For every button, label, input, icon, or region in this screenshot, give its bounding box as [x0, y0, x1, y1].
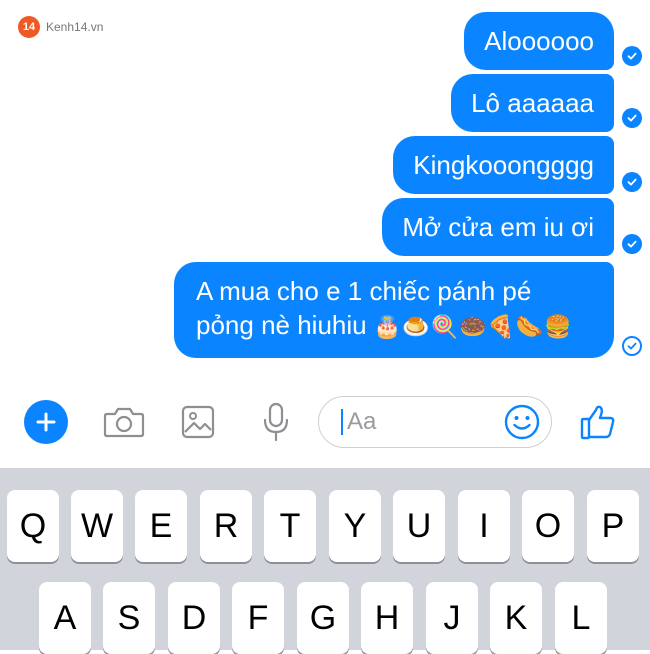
key-r[interactable]: R — [200, 490, 252, 562]
key-d[interactable]: D — [168, 582, 220, 654]
thumbs-up-icon[interactable] — [576, 400, 620, 444]
keyboard: Q W E R T Y U I O P A S D F G H J K L — [0, 468, 650, 654]
key-p[interactable]: P — [587, 490, 639, 562]
microphone-icon[interactable] — [254, 400, 298, 444]
text-cursor — [341, 409, 343, 435]
image-icon[interactable] — [176, 400, 220, 444]
key-h[interactable]: H — [361, 582, 413, 654]
key-w[interactable]: W — [71, 490, 123, 562]
message-bubble[interactable]: A mua cho e 1 chiếc pánh pé pỏng nè hiuh… — [174, 262, 614, 358]
camera-icon[interactable] — [102, 400, 146, 444]
message-bubble[interactable]: Mở cửa em iu ơi — [382, 198, 614, 256]
key-o[interactable]: O — [522, 490, 574, 562]
key-k[interactable]: K — [490, 582, 542, 654]
key-q[interactable]: Q — [7, 490, 59, 562]
key-s[interactable]: S — [103, 582, 155, 654]
key-e[interactable]: E — [135, 490, 187, 562]
key-l[interactable]: L — [555, 582, 607, 654]
key-u[interactable]: U — [393, 490, 445, 562]
key-a[interactable]: A — [39, 582, 91, 654]
seen-check-icon — [622, 234, 642, 254]
seen-check-icon — [622, 46, 642, 66]
key-f[interactable]: F — [232, 582, 284, 654]
key-g[interactable]: G — [297, 582, 349, 654]
message-input-placeholder: Aa — [347, 408, 377, 435]
emoji-icon[interactable] — [503, 403, 541, 441]
message-bubble[interactable]: Lô aaaaaa — [451, 74, 614, 132]
message-bubble[interactable]: Kingkooongggg — [393, 136, 614, 194]
seen-check-icon — [622, 108, 642, 128]
seen-check-icon — [622, 172, 642, 192]
composer-bar: Aa — [0, 392, 650, 456]
key-i[interactable]: I — [458, 490, 510, 562]
key-t[interactable]: T — [264, 490, 316, 562]
sent-check-icon — [622, 336, 642, 356]
key-j[interactable]: J — [426, 582, 478, 654]
message-list: Aloooooo Lô aaaaaa Kingkooongggg Mở cửa … — [0, 0, 650, 380]
message-bubble[interactable]: Aloooooo — [464, 12, 614, 70]
key-y[interactable]: Y — [329, 490, 381, 562]
message-input[interactable]: Aa — [318, 396, 552, 448]
message-emojis: 🎂🍮🍭🍩🍕🌭🍔 — [373, 314, 573, 339]
plus-icon[interactable] — [24, 400, 68, 444]
